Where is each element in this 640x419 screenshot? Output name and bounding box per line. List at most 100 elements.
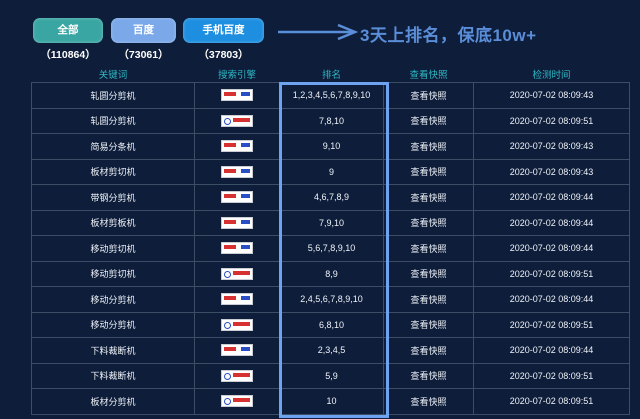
rank-cell: 7,8,10	[279, 107, 384, 134]
filter-baidu-button[interactable]: 百度（73061）	[111, 18, 176, 61]
keyword-cell: 简易分条机	[31, 133, 195, 160]
table-row: 板材剪板机 7,9,10 查看快照 2020-07-02 08:09:44	[31, 209, 630, 236]
filter-all-button[interactable]: 全部（110864）	[33, 18, 103, 61]
header-time: 检测时间	[532, 70, 571, 81]
table-row: 轧圆分剪机 1,2,3,4,5,6,7,8,9,10 查看快照 2020-07-02 …	[31, 82, 630, 109]
right-arrow-icon	[278, 23, 358, 41]
table-row: 下料裁断机 2,3,4,5 查看快照 2020-07-02 08:09:44	[31, 337, 630, 364]
time-cell: 2020-07-02 08:09:44	[473, 209, 630, 236]
time-cell: 2020-07-02 08:09:51	[473, 260, 630, 287]
snapshot-link[interactable]: 查看快照	[383, 311, 474, 338]
ranking-table: 关键词 搜索引擎 排名 查看快照 检测时间 轧圆分剪机 1,2,3,4,5,6,7…	[31, 66, 630, 415]
snapshot-link[interactable]: 查看快照	[383, 260, 474, 287]
promo-slogan: 3天上排名，保底10w+	[360, 26, 537, 45]
engine-cell	[194, 209, 280, 236]
time-cell: 2020-07-02 08:09:44	[473, 337, 630, 364]
mobile-baidu-logo-icon	[221, 114, 253, 127]
snapshot-link[interactable]: 查看快照	[383, 107, 474, 134]
engine-cell	[194, 388, 280, 415]
time-cell: 2020-07-02 08:09:51	[473, 311, 630, 338]
table-row: 带钢分剪机 4,6,7,8,9 查看快照 2020-07-02 08:09:44	[31, 184, 630, 211]
mobile-baidu-logo-icon	[221, 369, 253, 382]
table-row: 简易分条机 9,10 查看快照 2020-07-02 08:09:43	[31, 133, 630, 160]
baidu-logo-icon	[221, 293, 253, 306]
header-rank: 排名	[321, 70, 341, 81]
snapshot-link[interactable]: 查看快照	[383, 158, 474, 185]
keyword-cell: 移动分剪机	[31, 311, 195, 338]
keyword-cell: 板材剪板机	[31, 209, 195, 236]
rank-cell: 9,10	[279, 133, 384, 160]
time-cell: 2020-07-02 08:09:44	[473, 286, 630, 313]
keyword-cell: 移动剪切机	[31, 235, 195, 262]
engine-cell	[194, 158, 280, 185]
table-row: 下料裁断机 5,9 查看快照 2020-07-02 08:09:51	[31, 362, 630, 389]
table-row: 移动剪切机 5,6,7,8,9,10 查看快照 2020-07-02 08:09:44	[31, 235, 630, 262]
keyword-cell: 板材分剪机	[31, 388, 195, 415]
baidu-logo-icon	[221, 191, 253, 204]
engine-cell	[194, 235, 280, 262]
time-cell: 2020-07-02 08:09:51	[473, 388, 630, 415]
table-row: 板材剪切机 9 查看快照 2020-07-02 08:09:43	[31, 158, 630, 185]
engine-cell	[194, 82, 280, 109]
keyword-cell: 轧圆分剪机	[31, 107, 195, 134]
rank-cell: 6,8,10	[279, 311, 384, 338]
snapshot-link[interactable]: 查看快照	[383, 388, 474, 415]
engine-cell	[194, 184, 280, 211]
baidu-logo-icon	[221, 216, 253, 229]
snapshot-link[interactable]: 查看快照	[383, 82, 474, 109]
rank-cell: 2,4,5,6,7,8,9,10	[279, 286, 384, 313]
rank-cell: 10	[279, 388, 384, 415]
baidu-logo-icon	[221, 242, 253, 255]
keyword-cell: 下料裁断机	[31, 362, 195, 389]
time-cell: 2020-07-02 08:09:43	[473, 82, 630, 109]
filter-mobile-baidu-button[interactable]: 手机百度（37803）	[183, 18, 264, 61]
header-keyword: 关键词	[98, 70, 128, 81]
time-cell: 2020-07-02 08:09:43	[473, 133, 630, 160]
header-snapshot: 查看快照	[409, 70, 448, 81]
table-row: 轧圆分剪机 7,8,10 查看快照 2020-07-02 08:09:51	[31, 107, 630, 134]
keyword-cell: 轧圆分剪机	[31, 82, 195, 109]
mobile-baidu-logo-icon	[221, 267, 253, 280]
rank-cell: 5,9	[279, 362, 384, 389]
keyword-cell: 移动剪切机	[31, 260, 195, 287]
snapshot-link[interactable]: 查看快照	[383, 286, 474, 313]
mobile-baidu-logo-icon	[221, 395, 253, 408]
keyword-cell: 带钢分剪机	[31, 184, 195, 211]
snapshot-link[interactable]: 查看快照	[383, 235, 474, 262]
rank-cell: 5,6,7,8,9,10	[279, 235, 384, 262]
snapshot-link[interactable]: 查看快照	[383, 362, 474, 389]
snapshot-link[interactable]: 查看快照	[383, 209, 474, 236]
snapshot-link[interactable]: 查看快照	[383, 337, 474, 364]
rank-cell: 8,9	[279, 260, 384, 287]
time-cell: 2020-07-02 08:09:51	[473, 362, 630, 389]
mobile-baidu-logo-icon	[221, 318, 253, 331]
time-cell: 2020-07-02 08:09:44	[473, 184, 630, 211]
baidu-logo-icon	[221, 344, 253, 357]
engine-cell	[194, 107, 280, 134]
rank-cell: 1,2,3,4,5,6,7,8,9,10	[279, 82, 384, 109]
rank-cell: 2,3,4,5	[279, 337, 384, 364]
table-header-row: 关键词 搜索引擎 排名 查看快照 检测时间	[32, 66, 630, 83]
time-cell: 2020-07-02 08:09:43	[473, 158, 630, 185]
snapshot-link[interactable]: 查看快照	[383, 184, 474, 211]
engine-cell	[194, 286, 280, 313]
table-row: 板材分剪机 10 查看快照 2020-07-02 08:09:51	[31, 388, 630, 415]
baidu-logo-icon	[221, 165, 253, 178]
baidu-logo-icon	[221, 140, 253, 153]
rank-cell: 9	[279, 158, 384, 185]
time-cell: 2020-07-02 08:09:51	[473, 107, 630, 134]
engine-cell	[194, 260, 280, 287]
keyword-cell: 移动分剪机	[31, 286, 195, 313]
engine-cell	[194, 337, 280, 364]
engine-cell	[194, 311, 280, 338]
keyword-cell: 下料裁断机	[31, 337, 195, 364]
table-row: 移动分剪机 2,4,5,6,7,8,9,10 查看快照 2020-07-02 08:0…	[31, 286, 630, 313]
time-cell: 2020-07-02 08:09:44	[473, 235, 630, 262]
engine-cell	[194, 133, 280, 160]
baidu-logo-icon	[221, 89, 253, 102]
snapshot-link[interactable]: 查看快照	[383, 133, 474, 160]
rank-cell: 7,9,10	[279, 209, 384, 236]
table-row: 移动剪切机 8,9 查看快照 2020-07-02 08:09:51	[31, 260, 630, 287]
keyword-cell: 板材剪切机	[31, 158, 195, 185]
engine-cell	[194, 362, 280, 389]
